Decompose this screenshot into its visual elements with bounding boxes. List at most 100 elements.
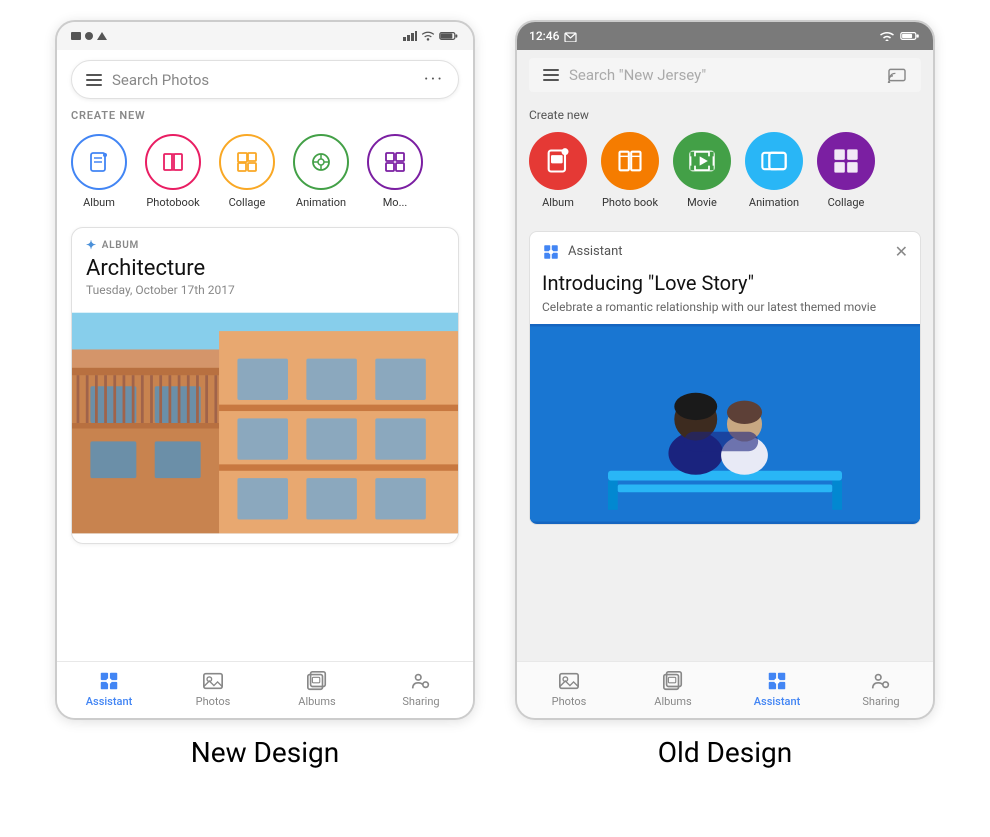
old-albums-nav-icon <box>662 670 684 692</box>
hamburger-icon[interactable] <box>86 74 102 86</box>
new-design-phone: Search Photos ··· CREATE NEW <box>55 20 475 720</box>
album-date: Tuesday, October 17th 2017 <box>86 283 444 297</box>
albums-nav-label: Albums <box>298 695 335 708</box>
old-status-left: 12:46 <box>529 29 577 43</box>
assistant-card-header: Assistant ✕ <box>530 232 920 271</box>
album-label: Album <box>83 196 115 209</box>
old-create-item-movie[interactable]: Movie <box>673 132 731 209</box>
wifi-icon <box>421 31 435 41</box>
old-photos-nav-label: Photos <box>552 695 587 708</box>
old-create-item-collage[interactable]: Collage <box>817 132 875 209</box>
more-options-icon[interactable]: ··· <box>424 69 444 90</box>
old-status-right <box>880 31 921 41</box>
nav-item-assistant[interactable]: Assistant <box>57 670 161 708</box>
animation-icon <box>309 150 333 174</box>
old-albums-nav-label: Albums <box>654 695 691 708</box>
album-circle <box>71 134 127 190</box>
old-collage-label: Collage <box>828 196 865 209</box>
sharing-nav-label: Sharing <box>402 695 439 708</box>
status-bar-left <box>71 32 397 40</box>
old-design-section: 12:46 <box>515 20 935 769</box>
assistant-label-text: Assistant <box>568 244 887 259</box>
old-photobook-circle <box>601 132 659 190</box>
new-create-label: CREATE NEW <box>71 109 459 122</box>
close-icon[interactable]: ✕ <box>895 242 908 261</box>
old-album-circle <box>529 132 587 190</box>
new-search-bar[interactable]: Search Photos ··· <box>71 60 459 99</box>
old-sharing-nav-icon <box>870 670 892 692</box>
new-create-items: Album P <box>71 134 459 209</box>
create-item-album[interactable]: Album <box>71 134 127 209</box>
assistant-card-desc: Celebrate a romantic relationship with o… <box>530 299 920 324</box>
cast-icon[interactable] <box>887 67 907 83</box>
comparison-container: Search Photos ··· CREATE NEW <box>0 0 990 769</box>
old-design-content: Search "New Jersey" Create new <box>517 50 933 661</box>
old-create-item-animation[interactable]: Animation <box>745 132 803 209</box>
more-icon <box>383 150 407 174</box>
old-notification-icon <box>564 31 577 42</box>
status-shape-circle <box>85 32 93 40</box>
collage-label: Collage <box>229 196 266 209</box>
more-label: Mo... <box>383 196 408 209</box>
more-circle <box>367 134 423 190</box>
new-bottom-nav: Assistant Photos Album <box>57 661 473 718</box>
old-assistant-nav-label: Assistant <box>754 695 800 708</box>
new-design-content: Search Photos ··· CREATE NEW <box>57 50 473 661</box>
old-create-item-album[interactable]: Album <box>529 132 587 209</box>
old-animation-circle <box>745 132 803 190</box>
old-nav-item-photos[interactable]: Photos <box>517 670 621 708</box>
battery-icon <box>439 31 459 41</box>
assistant-card[interactable]: Assistant ✕ Introducing "Love Story" Cel… <box>529 231 921 525</box>
old-create-label: Create new <box>529 108 921 122</box>
old-battery-icon <box>899 31 921 41</box>
assistant-nav-icon <box>98 670 120 692</box>
old-album-icon <box>544 147 572 175</box>
old-nav-item-albums[interactable]: Albums <box>621 670 725 708</box>
sharing-nav-icon <box>410 670 432 692</box>
photos-nav-icon <box>202 670 224 692</box>
photobook-icon <box>161 150 185 174</box>
create-item-more[interactable]: Mo... <box>367 134 423 209</box>
albums-nav-icon <box>306 670 328 692</box>
old-search-bar[interactable]: Search "New Jersey" <box>529 58 921 92</box>
status-icons-new <box>403 31 459 41</box>
album-image <box>72 303 458 543</box>
new-status-bar <box>57 22 473 50</box>
photobook-label: Photobook <box>146 196 199 209</box>
old-movie-label: Movie <box>687 196 717 209</box>
old-design-label: Old Design <box>658 736 792 769</box>
old-create-section: Create new Album <box>517 100 933 223</box>
old-nav-item-sharing[interactable]: Sharing <box>829 670 933 708</box>
new-create-section: CREATE NEW <box>57 109 473 219</box>
new-design-section: Search Photos ··· CREATE NEW <box>55 20 475 769</box>
old-create-item-photobook[interactable]: Photo book <box>601 132 659 209</box>
old-photobook-icon <box>616 147 644 175</box>
create-item-photobook[interactable]: Photobook <box>145 134 201 209</box>
nav-item-photos[interactable]: Photos <box>161 670 265 708</box>
old-hamburger-icon[interactable] <box>543 69 559 81</box>
old-search-text[interactable]: Search "New Jersey" <box>569 66 877 84</box>
album-tag: ✦ ALBUM <box>86 238 444 252</box>
nav-item-albums[interactable]: Albums <box>265 670 369 708</box>
album-star-icon: ✦ <box>86 238 97 252</box>
album-icon <box>87 150 111 174</box>
assistant-card-title: Introducing "Love Story" <box>530 271 920 299</box>
collage-circle <box>219 134 275 190</box>
create-item-collage[interactable]: Collage <box>219 134 275 209</box>
nav-item-sharing[interactable]: Sharing <box>369 670 473 708</box>
new-search-text[interactable]: Search Photos <box>112 71 414 89</box>
old-nav-item-assistant[interactable]: Assistant <box>725 670 829 708</box>
old-time: 12:46 <box>529 29 559 43</box>
photobook-circle <box>145 134 201 190</box>
old-bottom-nav: Photos Albums <box>517 661 933 718</box>
old-animation-icon <box>760 147 788 175</box>
assistant-card-image <box>530 324 920 524</box>
photos-nav-label: Photos <box>196 695 231 708</box>
create-item-animation[interactable]: Animation <box>293 134 349 209</box>
architecture-illustration <box>72 303 458 543</box>
new-design-label: New Design <box>191 736 339 769</box>
love-story-illustration <box>530 324 920 524</box>
album-card[interactable]: ✦ ALBUM Architecture Tuesday, October 17… <box>71 227 459 544</box>
old-collage-circle <box>817 132 875 190</box>
old-photos-nav-icon <box>558 670 580 692</box>
